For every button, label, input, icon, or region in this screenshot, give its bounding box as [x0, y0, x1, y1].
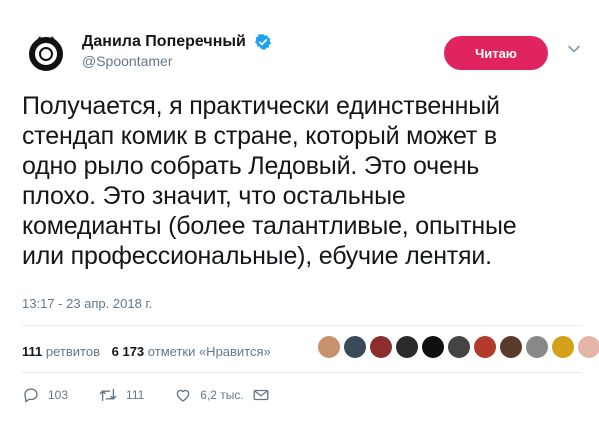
avatar-logo-icon: [29, 36, 63, 71]
following-button[interactable]: Читаю: [444, 36, 548, 70]
display-name[interactable]: Данила Поперечный: [82, 33, 246, 51]
liker-avatar[interactable]: [500, 336, 522, 358]
avatar[interactable]: [22, 28, 70, 76]
tweet-text-line: комедианты (более талантливые, опытные: [22, 212, 517, 240]
tweet-text-line: плохо. Это значит, что остальные: [22, 182, 406, 210]
liker-avatar[interactable]: [552, 336, 574, 358]
liker-avatar[interactable]: [474, 336, 496, 358]
like-action-count: 6,2 тыс.: [200, 388, 244, 402]
name-block: Данила Поперечный @Spoontamer: [82, 33, 272, 69]
verified-badge-icon: [255, 34, 272, 50]
tweet-header: Данила Поперечный @Spoontamer Читаю: [22, 28, 582, 80]
tweet-text-line: одно рыло собрать Ледовый. Это очень: [22, 152, 480, 180]
heart-icon: [176, 389, 190, 402]
retweet-count: 111: [22, 344, 43, 359]
retweet-action[interactable]: 111: [98, 386, 144, 404]
tweet-timestamp[interactable]: 13:17 - 23 апр. 2018 г.: [22, 296, 152, 311]
liker-avatar[interactable]: [578, 336, 599, 358]
divider: [22, 372, 582, 373]
like-label: отметки «Нравится»: [147, 344, 271, 359]
tweet-text: Получается, я практически единственный с…: [22, 91, 582, 271]
user-handle[interactable]: @Spoontamer: [82, 53, 272, 69]
tweet-stats: 111 ретвитов 6 173 отметки «Нравится»: [22, 344, 271, 359]
reply-action[interactable]: 103: [22, 386, 68, 404]
liker-avatar[interactable]: [370, 336, 392, 358]
like-stat[interactable]: 6 173 отметки «Нравится»: [112, 344, 271, 359]
tweet-actions: 103 111 6,2 тыс.: [22, 386, 308, 404]
like-action[interactable]: 6,2 тыс.: [174, 386, 244, 404]
retweet-label: ретвитов: [45, 344, 100, 359]
retweet-icon: [99, 388, 117, 402]
tweet-text-line: или профессиональные), ебучие лентяи.: [22, 242, 492, 270]
envelope-icon: [253, 389, 269, 401]
retweet-stat[interactable]: 111 ретвитов: [22, 344, 100, 359]
reply-icon: [24, 388, 38, 403]
like-count: 6 173: [111, 344, 145, 359]
message-action[interactable]: [252, 386, 278, 404]
liker-avatar[interactable]: [526, 336, 548, 358]
retweet-action-count: 111: [126, 388, 145, 402]
likers-avatars: [318, 336, 599, 358]
divider: [22, 325, 582, 326]
chevron-down-icon[interactable]: [565, 40, 583, 58]
liker-avatar[interactable]: [422, 336, 444, 358]
liker-avatar[interactable]: [396, 336, 418, 358]
tweet-text-line: стендап комик в стране, который может в: [22, 122, 498, 150]
liker-avatar[interactable]: [448, 336, 470, 358]
liker-avatar[interactable]: [318, 336, 340, 358]
liker-avatar[interactable]: [344, 336, 366, 358]
tweet-text-line: Получается, я практически единственный: [22, 92, 500, 120]
reply-count: 103: [48, 388, 69, 402]
